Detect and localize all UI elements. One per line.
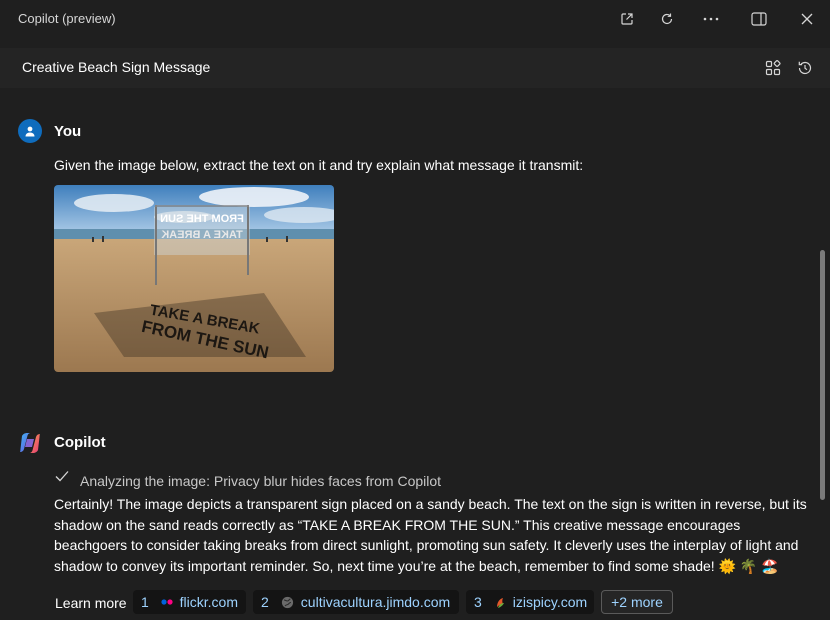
source-link-3[interactable]: 3 izispicy.com bbox=[466, 590, 594, 614]
close-button[interactable] bbox=[794, 7, 820, 31]
history-button[interactable] bbox=[794, 57, 816, 79]
learn-more-label: Learn more bbox=[55, 595, 127, 611]
sign-text-line2: TAKE A BREAK bbox=[161, 229, 243, 241]
sign-text-line1: FROM THE SUN bbox=[160, 213, 244, 225]
plugins-button[interactable] bbox=[762, 57, 784, 79]
source-name: flickr.com bbox=[179, 594, 238, 610]
user-sender-name: You bbox=[54, 123, 82, 140]
open-external-button[interactable] bbox=[614, 7, 640, 31]
refresh-icon bbox=[661, 13, 673, 25]
source-number: 3 bbox=[474, 594, 482, 610]
source-link-1[interactable]: 1 flickr.com bbox=[133, 590, 246, 614]
source-name: cultivacultura.jimdo.com bbox=[300, 594, 451, 610]
conversation-header: Creative Beach Sign Message bbox=[0, 48, 830, 88]
toggle-sidebar-button[interactable] bbox=[746, 7, 772, 31]
close-icon bbox=[801, 13, 813, 25]
chat-area[interactable]: You Given the image below, extract the t… bbox=[0, 96, 818, 620]
copilot-sender-name: Copilot bbox=[54, 434, 106, 451]
more-options-button[interactable] bbox=[698, 7, 724, 31]
source-number: 1 bbox=[141, 594, 149, 610]
copilot-answer-text: Certainly! The image depicts a transpare… bbox=[54, 496, 807, 574]
copilot-logo bbox=[18, 431, 42, 455]
plugins-icon bbox=[765, 60, 781, 76]
check-icon bbox=[55, 471, 69, 482]
person-icon bbox=[25, 126, 35, 137]
app-title: Copilot (preview) bbox=[18, 11, 116, 26]
open-external-icon bbox=[621, 13, 633, 25]
source-name: izispicy.com bbox=[512, 594, 588, 610]
izispicy-icon bbox=[494, 595, 507, 609]
conversation-title: Creative Beach Sign Message bbox=[22, 59, 211, 75]
user-message-text: Given the image below, extract the text … bbox=[54, 157, 584, 173]
attached-beach-image[interactable]: FROM THE SUN TAKE A BREAK TAKE A BREAK F… bbox=[54, 185, 334, 372]
source-number: 2 bbox=[261, 594, 269, 610]
analysis-status: Analyzing the image: Privacy blur hides … bbox=[80, 473, 442, 489]
user-avatar bbox=[18, 119, 42, 143]
refresh-button[interactable] bbox=[654, 7, 680, 31]
flickr-icon bbox=[161, 595, 174, 609]
history-icon bbox=[798, 61, 812, 75]
sidebar-icon bbox=[751, 12, 767, 26]
source-link-2[interactable]: 2 cultivacultura.jimdo.com bbox=[253, 590, 459, 614]
title-bar: Copilot (preview) bbox=[0, 0, 830, 38]
beach-sign-image: FROM THE SUN TAKE A BREAK TAKE A BREAK F… bbox=[54, 185, 334, 372]
more-sources-button[interactable]: +2 more bbox=[601, 590, 673, 614]
chat-scrollbar[interactable] bbox=[820, 250, 825, 500]
globe-icon bbox=[281, 595, 295, 609]
more-icon bbox=[703, 17, 719, 21]
copilot-icon bbox=[20, 433, 40, 453]
